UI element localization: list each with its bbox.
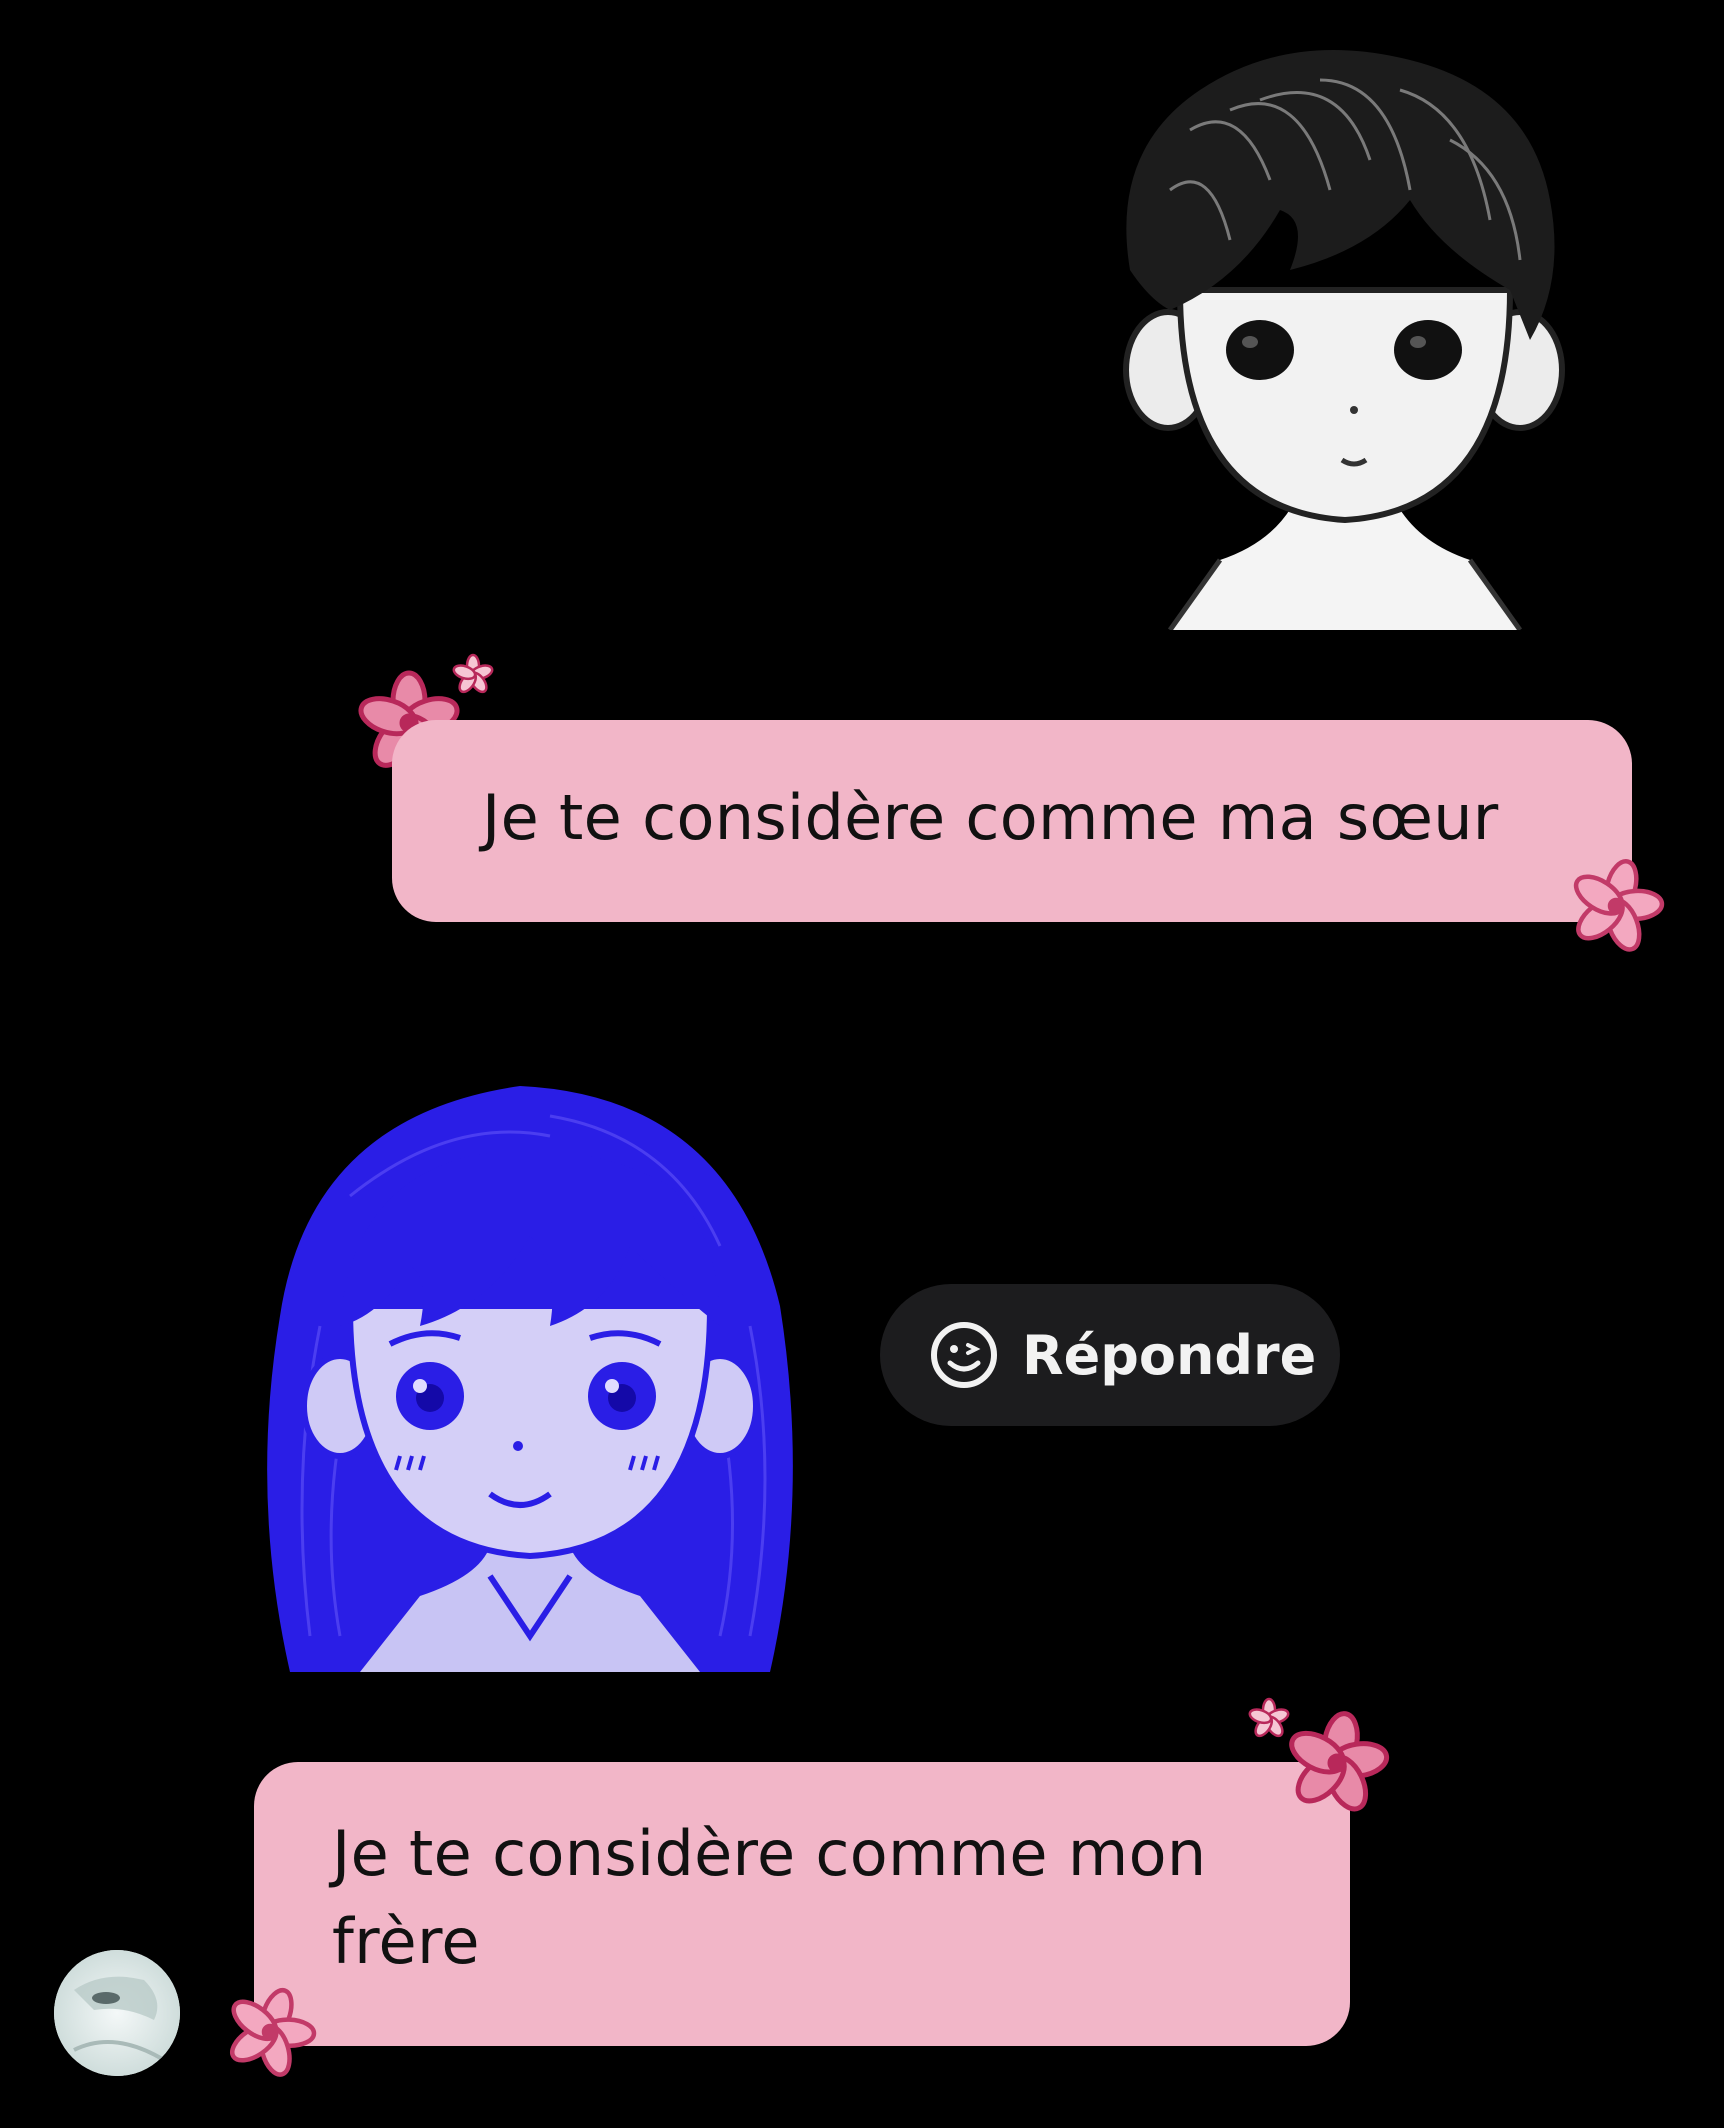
- incoming-message-bubble[interactable]: Je te considère comme mon frère: [254, 1762, 1350, 2046]
- small-flower-decoration-icon: [452, 653, 494, 694]
- boy-character-sticker[interactable]: [1110, 40, 1580, 630]
- avatar-image: [54, 1950, 180, 2076]
- sender-avatar[interactable]: [54, 1950, 180, 2076]
- reply-button[interactable]: Répondre: [880, 1284, 1340, 1426]
- message-text: Je te considère comme ma sœur: [482, 781, 1499, 854]
- smiley-icon: [931, 1322, 997, 1388]
- flower-decoration-icon: [1289, 1711, 1390, 1812]
- flower-decoration-icon: [230, 1987, 317, 2077]
- girl-character-sticker[interactable]: [250, 1076, 810, 1672]
- flower-decoration-icon: [1573, 859, 1665, 952]
- message-text: Je te considère comme mon frère: [332, 1817, 1207, 1978]
- outgoing-message-bubble[interactable]: Je te considère comme ma sœur: [392, 720, 1632, 922]
- reply-label: Répondre: [1022, 1323, 1317, 1387]
